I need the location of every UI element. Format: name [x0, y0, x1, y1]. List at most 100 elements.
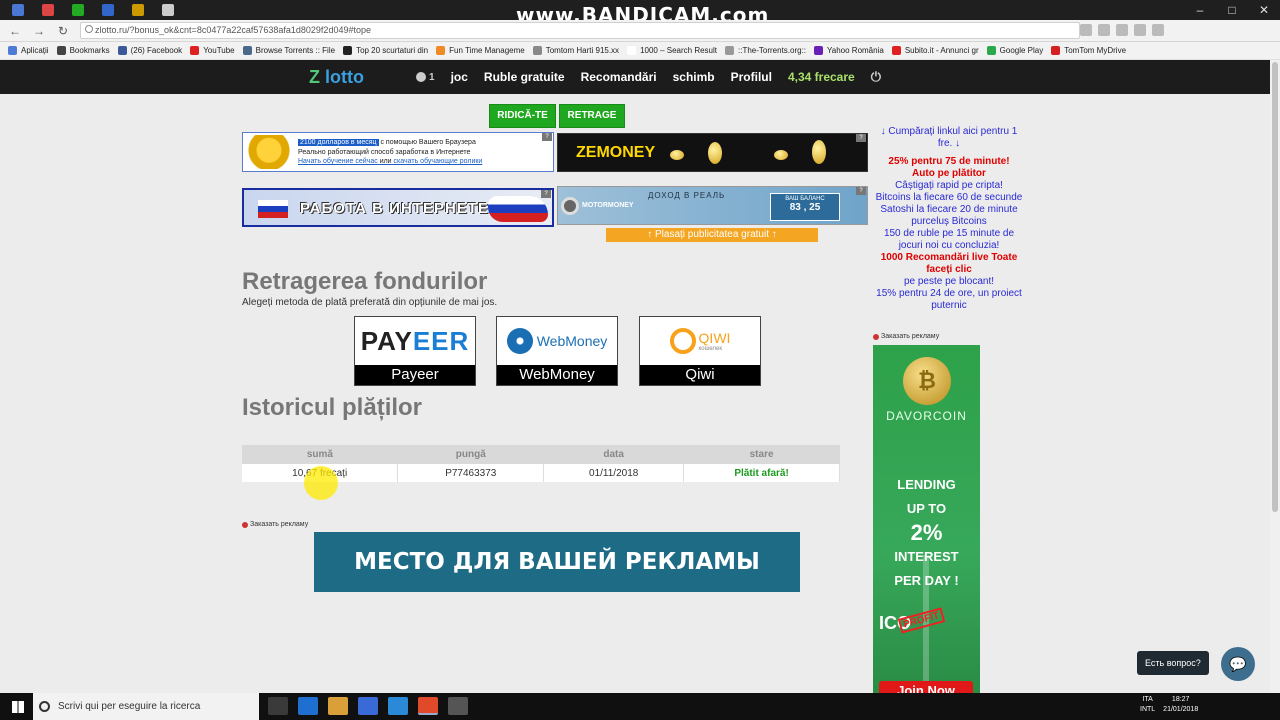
payment-method-webmoney[interactable]: WebMoney WebMoney — [496, 316, 618, 386]
ad-link-start[interactable]: Начать обучение сейчас — [298, 158, 378, 165]
ad-line-3[interactable]: Начать обучение сейчас или скачать обуча… — [298, 158, 482, 165]
bookmark-item[interactable]: TomTom MyDrive — [1051, 46, 1126, 55]
bookmarks-bar: Aplicații Bookmarks (26) Facebook YouTube Br… — [0, 42, 1280, 60]
tab-favicon[interactable] — [72, 4, 84, 16]
nav-item-exchange[interactable]: schimb — [673, 70, 715, 84]
maximize-icon[interactable]: □ — [1216, 0, 1248, 20]
bookmark-item[interactable]: Top 20 scurtaturi din — [343, 46, 428, 55]
ad-banner-zemoney[interactable]: ZEMONEY ? — [557, 133, 868, 172]
url-input[interactable]: zlotto.ru/?bonus_ok&cnt=8c0477a22caf5763… — [80, 22, 1080, 39]
ad-offer-rate: 2% — [910, 520, 943, 545]
payment-method-qiwi[interactable]: QIWI кошелек Qiwi — [639, 316, 761, 386]
bookmark-icon — [725, 46, 734, 55]
bookmark-label: ::The-Torrents.org:: — [738, 46, 807, 55]
file-explorer-icon[interactable] — [328, 697, 348, 715]
tab-favicon[interactable] — [102, 4, 114, 16]
extension-icon[interactable] — [1116, 24, 1128, 36]
power-icon[interactable]: ⏻ — [871, 69, 881, 85]
free-advertising-link[interactable]: ↑ Plasați publicitatea gratuit ↑ — [606, 228, 818, 242]
ad-info-icon[interactable]: ? — [541, 190, 551, 198]
bookmark-icon — [242, 46, 252, 55]
keyboard-layout[interactable]: ITA INTL — [1140, 695, 1155, 715]
site-logo[interactable]: Z lotto — [309, 67, 364, 88]
bookmark-item[interactable]: Yahoo România — [814, 46, 884, 55]
ad-info-icon[interactable]: ? — [542, 133, 552, 141]
bookmark-item[interactable]: Fun Time Manageme — [436, 46, 525, 55]
ad-skyscraper-davorcoin[interactable]: ₿ DAVORCOIN LENDING UP TO 2% INTEREST PE… — [873, 345, 980, 693]
sponsored-link[interactable]: Auto pe plătitor — [873, 168, 1025, 180]
info-icon[interactable] — [85, 25, 93, 33]
ad-info-icon[interactable]: ? — [856, 187, 866, 195]
forward-icon[interactable]: → — [30, 22, 48, 40]
bookmark-item[interactable]: Google Play — [986, 46, 1044, 55]
deposit-button[interactable]: RIDICĂ-TE — [489, 104, 556, 128]
tab-favicon[interactable] — [42, 4, 54, 16]
bookmark-item[interactable]: Aplicații — [8, 46, 49, 55]
extension-icon[interactable] — [1134, 24, 1146, 36]
sponsored-link[interactable]: Satoshi la fiecare 20 de minute purceluș… — [873, 204, 1025, 228]
nav-item-profile[interactable]: Profilul — [731, 70, 772, 84]
app-icon[interactable] — [448, 697, 468, 715]
ad-link-download[interactable]: скачать обучающие ролики — [394, 158, 483, 165]
payment-method-label: Payeer — [355, 365, 475, 385]
tab-favicon[interactable] — [132, 4, 144, 16]
nav-item-game[interactable]: joc — [451, 70, 468, 84]
order-ad-link[interactable]: Заказать рекламу — [873, 333, 939, 340]
bookmark-item[interactable]: Bookmarks — [56, 46, 110, 55]
bookmark-label: Google Play — [999, 46, 1044, 55]
withdraw-button[interactable]: RETRAGE — [559, 104, 625, 128]
close-icon[interactable]: ✕ — [1248, 0, 1280, 20]
sponsored-link[interactable]: 150 de ruble pe 15 minute de jocuri noi … — [873, 228, 1025, 252]
sponsored-link[interactable]: 1000 Recomandări live Toate faceți clic — [873, 252, 1025, 276]
extension-icon[interactable] — [1152, 24, 1164, 36]
windows-start-icon[interactable] — [12, 700, 24, 713]
join-now-button[interactable]: Join Now — [879, 681, 973, 693]
reload-icon[interactable]: ↻ — [54, 22, 72, 40]
bookmark-item[interactable]: YouTube — [190, 46, 235, 55]
task-view-icon[interactable] — [268, 697, 288, 715]
nav-item-free-rubles[interactable]: Ruble gratuite — [484, 70, 565, 84]
bookmark-item[interactable]: Tomtom Harti 915.xx — [532, 46, 619, 55]
bookmark-item[interactable]: 1000 – Search Result — [627, 46, 717, 55]
minimize-icon[interactable]: – — [1184, 0, 1216, 20]
ad-banner-motormoney[interactable]: MOTORMONEY ДОХОД В РЕАЛЬ ВАШ БАЛАНС 83 ,… — [557, 186, 868, 225]
nav-item-referrals[interactable]: Recomandări — [581, 70, 657, 84]
translate-icon[interactable] — [1080, 24, 1092, 36]
bookmark-item[interactable]: Browse Torrents :: File — [242, 46, 335, 55]
chat-icon[interactable]: 💬 — [1221, 647, 1255, 681]
clock[interactable]: 18:27 21/01/2018 — [1163, 695, 1198, 715]
ad-banner-internet-work[interactable]: РАБОТА В ИНТЕРНЕТЕ ? — [242, 188, 554, 227]
star-icon[interactable] — [1098, 24, 1110, 36]
bookmark-item[interactable]: Subito.it - Annunci gr — [891, 46, 979, 55]
bookmark-icon — [436, 46, 446, 55]
tab-favicon[interactable] — [162, 4, 174, 16]
ad-line-1: 2100 долларов в месяц с помощью Вашего Б… — [298, 139, 476, 146]
globe-icon — [506, 328, 533, 354]
taskbar-search-input[interactable]: Scrivi qui per eseguire la ricerca — [33, 693, 259, 720]
order-ad-link[interactable]: Заказать рекламу — [242, 521, 308, 528]
edge-icon[interactable] — [298, 697, 318, 715]
store-icon[interactable] — [358, 697, 378, 715]
chrome-icon[interactable] — [418, 697, 438, 715]
scrollbar-thumb[interactable] — [1272, 62, 1278, 512]
back-icon[interactable]: ← — [6, 22, 24, 40]
sponsored-link[interactable]: Bitcoins la fiecare 60 de secunde — [873, 192, 1025, 204]
ad-balance-value: 83 , 25 — [789, 202, 821, 213]
sponsored-link[interactable]: Câștigați rapid pe cripta! — [873, 180, 1025, 192]
tab-favicon[interactable] — [12, 4, 24, 16]
layout-label: INTL — [1140, 706, 1156, 713]
sponsored-link[interactable]: 15% pentru 24 de ore, un proiect puterni… — [873, 288, 1025, 312]
bookmark-item[interactable]: (26) Facebook — [117, 46, 182, 55]
ad-banner-browser-earnings[interactable]: 2100 долларов в месяц с помощью Вашего Б… — [242, 132, 554, 172]
mail-icon[interactable] — [388, 697, 408, 715]
sponsored-link[interactable]: 25% pentru 75 de minute! — [873, 156, 1025, 168]
ad-placeholder-banner[interactable]: МЕСТО ДЛЯ ВАШЕЙ РЕКЛАМЫ — [314, 532, 800, 592]
ad-info-icon[interactable]: ? — [856, 134, 866, 142]
sponsored-link[interactable]: ↓ Cumpărați linkul aici pentru 1 fre. ↓ — [873, 126, 1025, 150]
page-scrollbar[interactable] — [1270, 60, 1280, 693]
sponsored-link[interactable]: pe peste pe blocant! — [873, 276, 1025, 288]
bookmark-icon — [986, 46, 996, 55]
user-count[interactable]: 1 — [416, 72, 435, 83]
bookmark-item[interactable]: ::The-Torrents.org:: — [725, 46, 806, 55]
payment-method-payeer[interactable]: PAYEER Payeer — [354, 316, 476, 386]
